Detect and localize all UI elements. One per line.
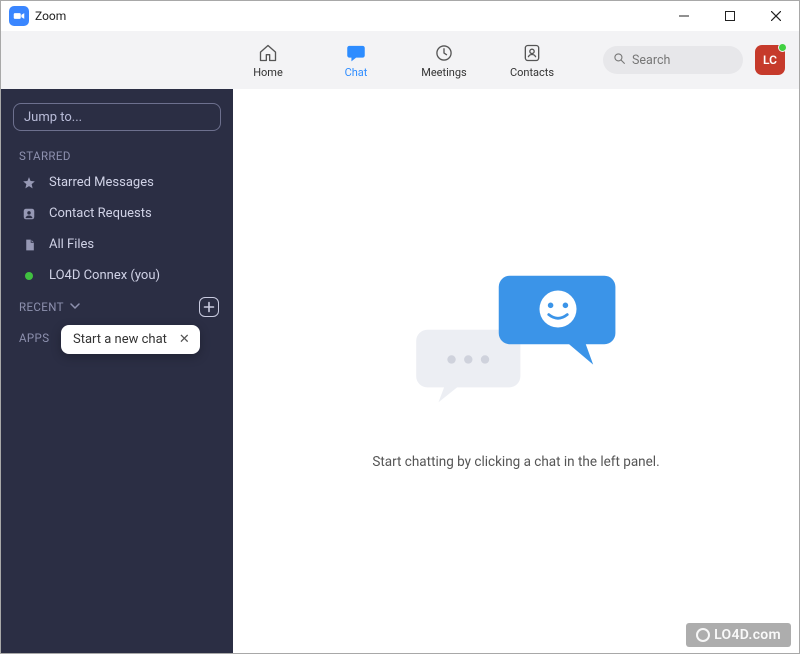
presence-dot-icon — [21, 272, 37, 280]
sidebar-item-label: Starred Messages — [49, 175, 154, 190]
watermark-text: LO4D.com — [714, 627, 781, 643]
nav-tabs: Home Chat Meetings Contacts — [241, 42, 559, 79]
search-placeholder: Search — [632, 53, 670, 68]
sidebar-item-contact-requests[interactable]: Contact Requests — [1, 198, 233, 229]
window-title: Zoom — [35, 9, 66, 23]
tab-chat[interactable]: Chat — [329, 42, 383, 79]
app-window: Zoom Home Chat Meet — [0, 0, 800, 654]
titlebar: Zoom — [1, 1, 799, 31]
tooltip-text: Start a new chat — [73, 332, 167, 347]
sidebar-item-label: Contact Requests — [49, 206, 152, 221]
sidebar-item-all-files[interactable]: All Files — [1, 229, 233, 260]
speech-bubble-blue-icon — [492, 272, 624, 372]
section-starred-label: STARRED — [1, 141, 233, 167]
tab-home[interactable]: Home — [241, 42, 295, 79]
sidebar-item-label: LO4D Connex (you) — [49, 268, 160, 283]
tab-contacts[interactable]: Contacts — [505, 42, 559, 79]
search-input[interactable]: Search — [603, 46, 743, 74]
chat-icon — [346, 42, 366, 64]
minimize-button[interactable] — [661, 1, 707, 31]
new-chat-button[interactable] — [199, 297, 219, 317]
search-icon — [613, 52, 626, 69]
empty-state-text: Start chatting by clicking a chat in the… — [372, 454, 659, 470]
main-panel: Start chatting by clicking a chat in the… — [233, 89, 799, 653]
close-window-button[interactable] — [753, 1, 799, 31]
empty-chat-illustration — [406, 272, 626, 432]
presence-indicator — [778, 43, 787, 52]
top-nav: Home Chat Meetings Contacts — [1, 31, 799, 89]
tab-label: Contacts — [510, 66, 554, 79]
star-icon — [21, 176, 37, 190]
clock-icon — [434, 42, 454, 64]
sidebar: Jump to... STARRED Starred Messages Cont… — [1, 89, 233, 653]
tab-meetings[interactable]: Meetings — [417, 42, 471, 79]
new-chat-tooltip: Start a new chat ✕ — [61, 325, 200, 354]
contacts-icon — [522, 42, 542, 64]
watermark: LO4D.com — [686, 623, 791, 647]
file-icon — [21, 238, 37, 252]
sidebar-item-label: All Files — [49, 237, 94, 252]
section-recent-label[interactable]: RECENT — [19, 300, 64, 314]
maximize-button[interactable] — [707, 1, 753, 31]
avatar-initials: LC — [763, 53, 777, 67]
chevron-down-icon[interactable] — [70, 300, 80, 315]
sidebar-item-starred-messages[interactable]: Starred Messages — [1, 167, 233, 198]
contact-request-icon — [21, 207, 37, 221]
tooltip-close-icon[interactable]: ✕ — [179, 332, 190, 347]
sidebar-item-self[interactable]: LO4D Connex (you) — [1, 260, 233, 291]
zoom-app-icon — [9, 6, 29, 26]
tab-label: Meetings — [421, 66, 466, 79]
tab-label: Home — [253, 66, 283, 79]
section-apps-row: APPS Start a new chat ✕ — [1, 327, 233, 349]
tab-label: Chat — [345, 66, 368, 79]
jump-to-input[interactable]: Jump to... — [13, 103, 221, 131]
content-body: Jump to... STARRED Starred Messages Cont… — [1, 89, 799, 653]
avatar[interactable]: LC — [755, 45, 785, 75]
jump-placeholder: Jump to... — [24, 110, 82, 125]
home-icon — [258, 42, 278, 64]
copyright-icon — [696, 628, 710, 642]
